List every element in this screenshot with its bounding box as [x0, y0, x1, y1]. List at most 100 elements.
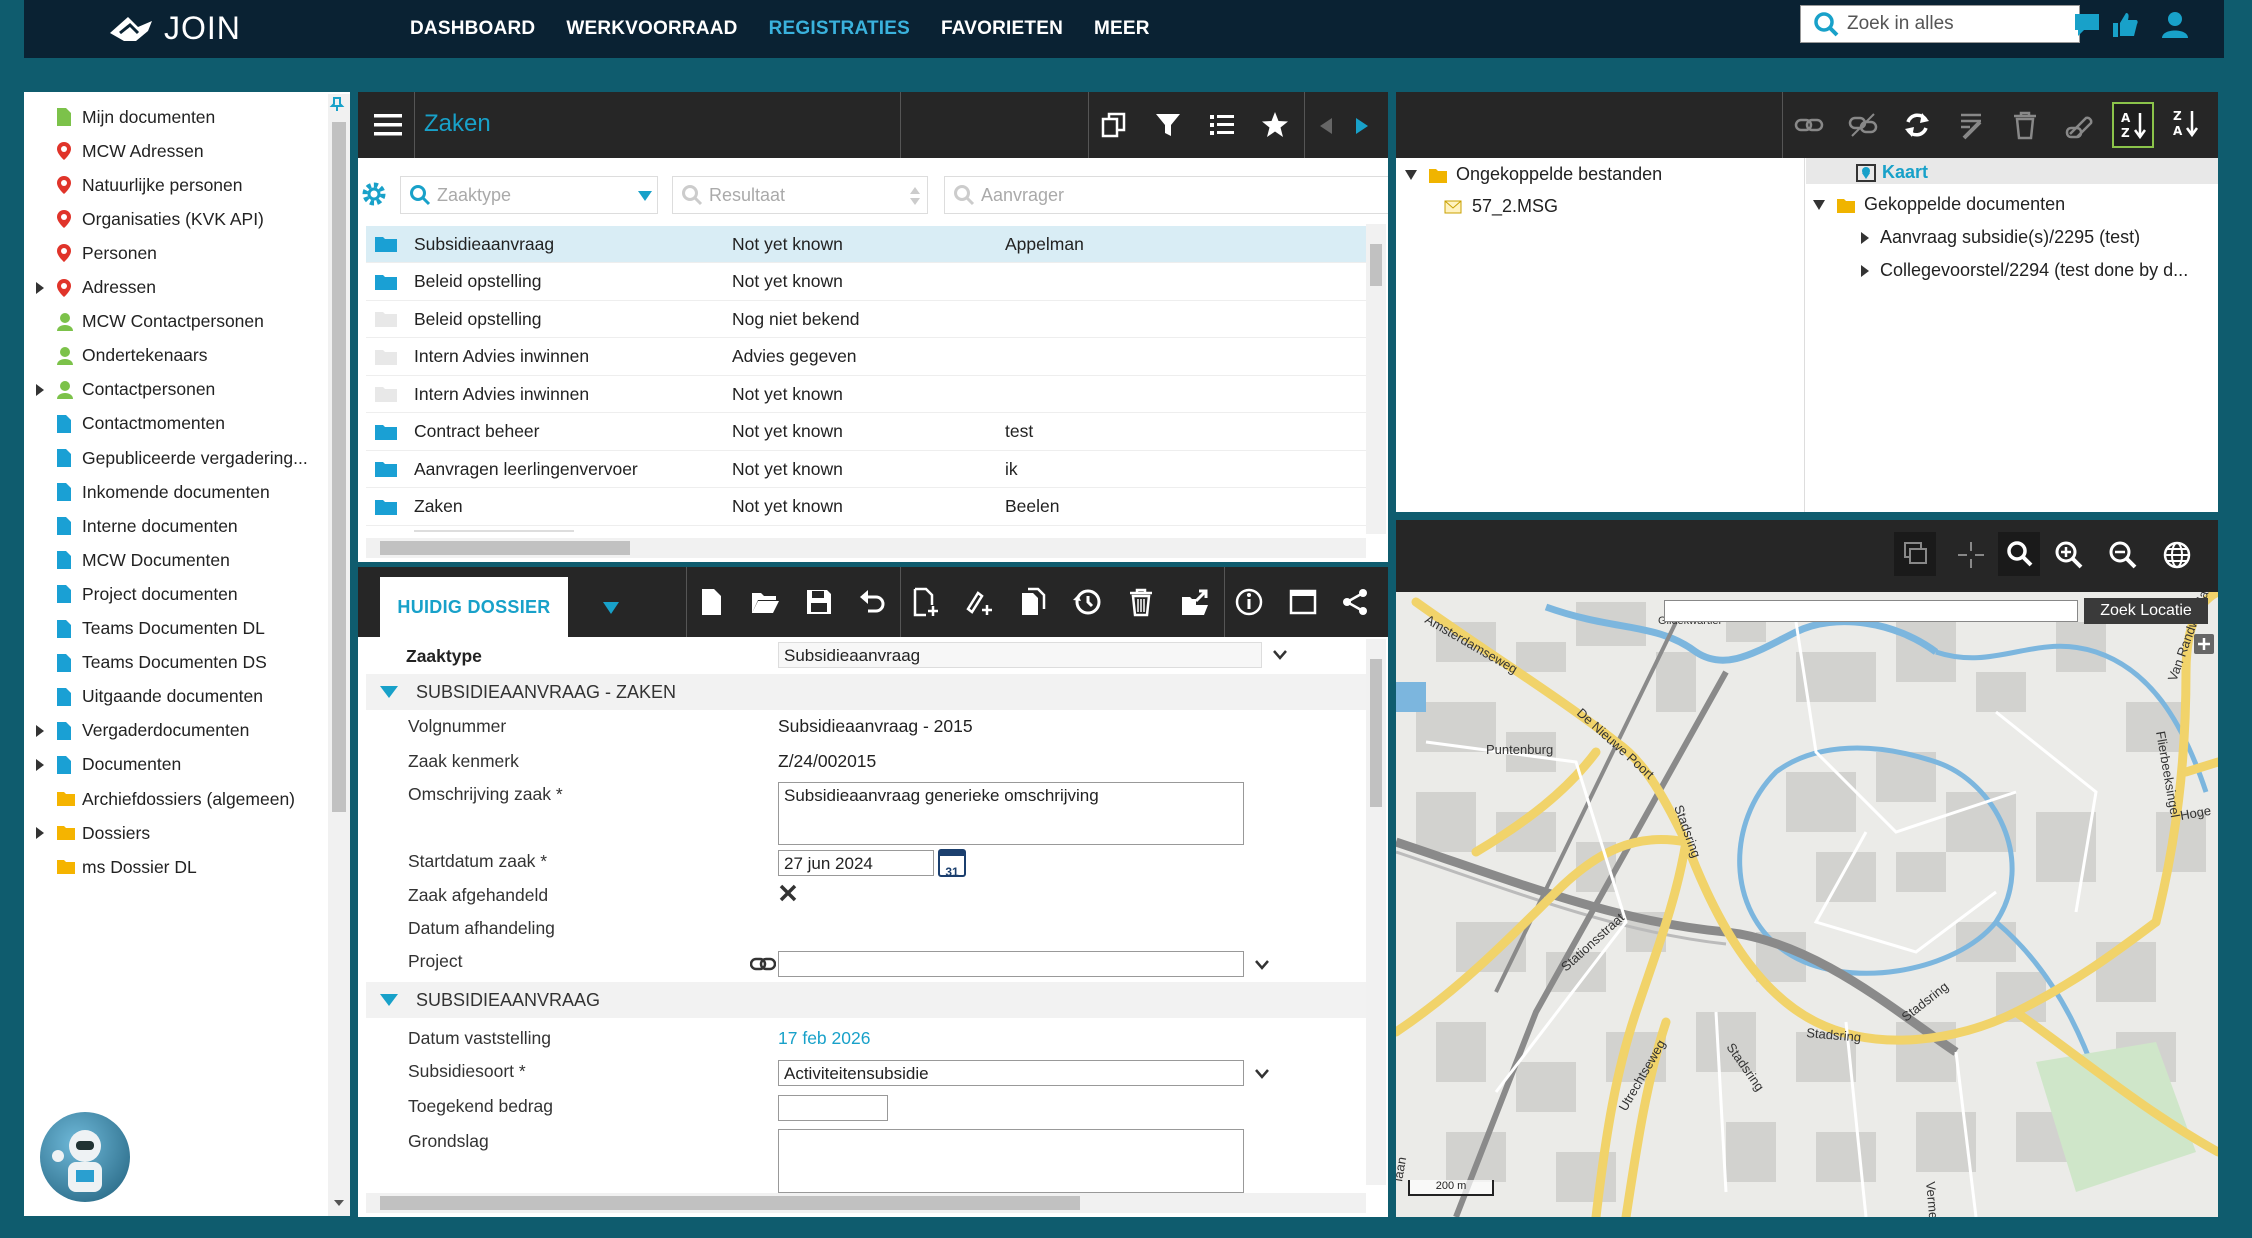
- sort-az-button[interactable]: AZ: [2112, 102, 2154, 148]
- sidebar-item[interactable]: Project documenten: [24, 579, 334, 609]
- project-select[interactable]: [778, 951, 1244, 977]
- open-folder-icon[interactable]: [750, 587, 780, 617]
- attach-link-icon[interactable]: [2064, 110, 2094, 140]
- sidebar-scroll-thumb[interactable]: [332, 122, 346, 812]
- table-row[interactable]: Beleid opstelling Nog niet bekend: [366, 301, 1366, 338]
- prev-arrow-icon[interactable]: [1318, 116, 1334, 136]
- calendar-icon[interactable]: 31: [938, 849, 966, 879]
- sidebar-item[interactable]: MCW Adressen: [24, 136, 334, 166]
- next-arrow-icon[interactable]: [1354, 116, 1370, 136]
- user-icon[interactable]: [2160, 10, 2190, 40]
- tree-kaart[interactable]: Kaart: [1856, 162, 1928, 183]
- aanvrager-filter[interactable]: Aanvrager: [944, 176, 1388, 214]
- sidebar-item[interactable]: ms Dossier DL: [24, 852, 334, 882]
- expand-arrow-icon[interactable]: [36, 758, 44, 771]
- table-row[interactable]: Subsidieaanvraag Not yet known Appelman: [366, 226, 1366, 263]
- tree-linked-docs[interactable]: Gekoppelde documenten: [1812, 194, 2065, 215]
- add-document-icon[interactable]: [910, 587, 940, 617]
- nav-meer[interactable]: MEER: [1094, 18, 1150, 40]
- expand-triangle-icon[interactable]: [1404, 169, 1418, 181]
- detail-hscroll-thumb[interactable]: [380, 1196, 1080, 1210]
- history-icon[interactable]: [1072, 587, 1102, 617]
- location-search-input[interactable]: [1664, 600, 2078, 622]
- unchecked-x-icon[interactable]: [778, 883, 798, 903]
- omschrijving-textarea[interactable]: Subsidieaanvraag generieke omschrijving: [778, 782, 1244, 845]
- sidebar-item[interactable]: Inkomende documenten: [24, 477, 334, 507]
- expand-arrow-icon[interactable]: [36, 281, 44, 294]
- table-row[interactable]: Intern Advies inwinnen Advies gegeven: [366, 339, 1366, 376]
- zaaktype-filter[interactable]: Zaaktype: [400, 176, 658, 214]
- info-icon[interactable]: [1234, 587, 1264, 617]
- link-icon[interactable]: [1794, 112, 1824, 138]
- resultaat-filter[interactable]: Resultaat: [672, 176, 928, 214]
- window-icon[interactable]: [1288, 587, 1318, 617]
- settings-gear-icon[interactable]: [360, 180, 388, 208]
- edit-list-icon[interactable]: [1956, 110, 1986, 140]
- sidebar-item[interactable]: MCW Documenten: [24, 545, 334, 575]
- share-icon[interactable]: [1340, 587, 1370, 617]
- nav-werkvoorraad[interactable]: WERKVOORRAAD: [566, 18, 737, 40]
- chevron-down-icon[interactable]: [1254, 959, 1270, 971]
- hamburger-menu-icon[interactable]: [374, 113, 402, 137]
- sidebar-item[interactable]: Personen: [24, 238, 334, 268]
- sidebar-item[interactable]: Documenten: [24, 750, 334, 780]
- chat-icon[interactable]: [2072, 10, 2102, 40]
- tab-huidig-dossier[interactable]: HUIDIG DOSSIER: [380, 577, 568, 637]
- delete-trash-icon[interactable]: [1126, 587, 1156, 617]
- nav-favorieten[interactable]: FAVORIETEN: [941, 18, 1063, 40]
- table-row[interactable]: Contract beheer Not yet known test: [366, 414, 1366, 451]
- table-row[interactable]: Beleid opstelling Not yet known: [366, 264, 1366, 301]
- sidebar-item[interactable]: Contactmomenten: [24, 409, 334, 439]
- add-signature-icon[interactable]: [964, 587, 994, 617]
- link-icon[interactable]: [750, 957, 776, 971]
- layers-button[interactable]: [1894, 532, 1936, 576]
- sidebar-item[interactable]: Contactpersonen: [24, 375, 334, 405]
- zoom-in-icon[interactable]: [2054, 540, 2084, 570]
- chevron-down-icon[interactable]: [1254, 1068, 1270, 1080]
- section-subsidieaanvraag-zaken[interactable]: SUBSIDIEAANVRAAG - ZAKEN: [366, 674, 1366, 710]
- sidebar-item[interactable]: Teams Documenten DS: [24, 648, 334, 678]
- startdatum-input[interactable]: 27 jun 2024: [778, 850, 934, 876]
- star-icon[interactable]: [1260, 110, 1290, 140]
- sidebar-item[interactable]: Mijn documenten: [24, 102, 334, 132]
- save-icon[interactable]: [804, 587, 834, 617]
- bedrag-input[interactable]: [778, 1095, 888, 1121]
- zaaktype-select[interactable]: Subsidieaanvraag: [778, 642, 1262, 668]
- undo-icon[interactable]: [858, 587, 888, 617]
- tree-doc-1[interactable]: Aanvraag subsidie(s)/2295 (test): [1860, 227, 2140, 248]
- zaken-vscroll-thumb[interactable]: [1370, 244, 1382, 286]
- subsidiesoort-select[interactable]: Activiteitensubsidie: [778, 1060, 1244, 1086]
- expand-arrow-icon[interactable]: [36, 383, 44, 396]
- list-view-icon[interactable]: [1208, 111, 1236, 139]
- pin-icon[interactable]: [329, 96, 345, 112]
- section-subsidieaanvraag[interactable]: SUBSIDIEAANVRAAG: [366, 982, 1366, 1018]
- sidebar-item[interactable]: Interne documenten: [24, 511, 334, 541]
- dropdown-triangle-icon[interactable]: [637, 190, 653, 202]
- collapse-triangle-icon[interactable]: [380, 994, 398, 1006]
- city-map[interactable]: Amsterdamseweg De Nieuwe Poort Stadsring…: [1396, 592, 2218, 1217]
- scroll-down-icon[interactable]: [333, 1198, 345, 1208]
- tab-dropdown-icon[interactable]: [602, 601, 620, 615]
- zaken-hscroll-thumb[interactable]: [380, 541, 630, 555]
- copy-icon[interactable]: [1100, 111, 1128, 139]
- zoom-search-button[interactable]: [1998, 532, 2040, 576]
- export-folder-icon[interactable]: [1180, 587, 1210, 617]
- tree-file-msg[interactable]: 57_2.MSG: [1444, 196, 1558, 217]
- refresh-icon[interactable]: [1902, 110, 1932, 140]
- sidebar-item[interactable]: MCW Contactpersonen: [24, 307, 334, 337]
- vaststelling-value[interactable]: 17 feb 2026: [778, 1028, 870, 1049]
- unlink-icon[interactable]: [1848, 112, 1878, 138]
- zoom-out-icon[interactable]: [2108, 540, 2138, 570]
- sort-za-icon[interactable]: ZA: [2172, 108, 2200, 138]
- zoek-locatie-button[interactable]: Zoek Locatie: [2084, 598, 2208, 624]
- app-logo[interactable]: JOIN: [108, 10, 241, 47]
- sidebar-item[interactable]: Gepubliceerde vergadering...: [24, 443, 334, 473]
- assistant-robot-avatar[interactable]: [40, 1112, 130, 1202]
- sidebar-item[interactable]: Organisaties (KVK API): [24, 204, 334, 234]
- detail-vscroll-thumb[interactable]: [1370, 659, 1382, 807]
- grondslag-textarea[interactable]: [778, 1129, 1244, 1193]
- sidebar-item[interactable]: Natuurlijke personen: [24, 170, 334, 200]
- sidebar-item[interactable]: Uitgaande documenten: [24, 682, 334, 712]
- tree-doc-2[interactable]: Collegevoorstel/2294 (test done by d...: [1860, 260, 2188, 281]
- tree-unlinked-files[interactable]: Ongekoppelde bestanden: [1404, 164, 1662, 185]
